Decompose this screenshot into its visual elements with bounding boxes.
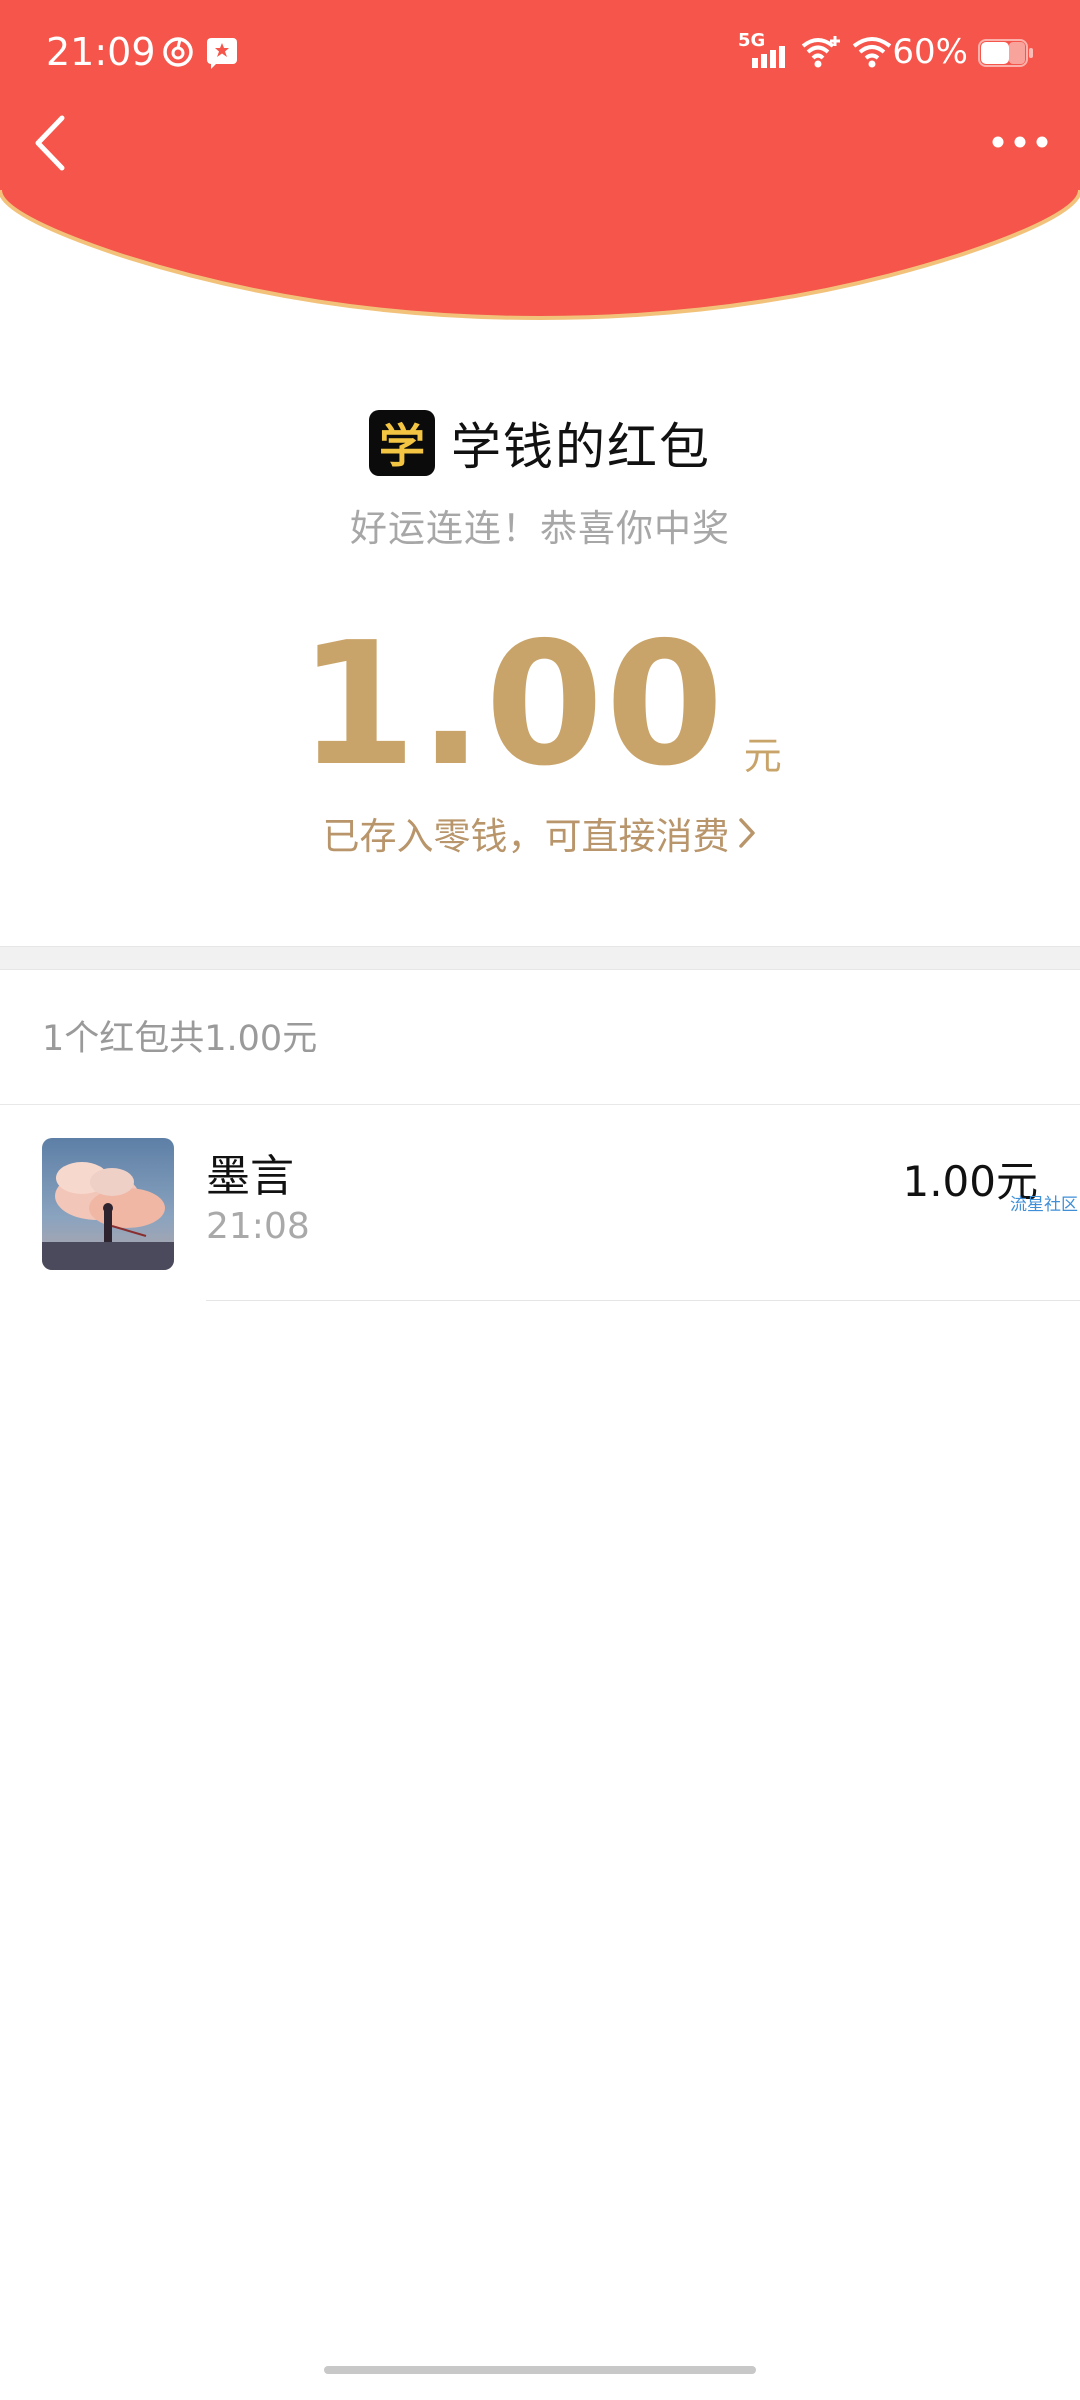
list-item[interactable]: 墨言 21:08 1.00元 流星社区 — [0, 1104, 1080, 1302]
saved-to-balance-link[interactable]: 已存入零钱，可直接消费 — [0, 806, 1080, 860]
saved-note-text: 已存入零钱，可直接消费 — [322, 815, 730, 858]
more-dots-icon[interactable] — [990, 120, 1050, 164]
packet-summary: 1个红包共1.00元 — [42, 1019, 318, 1059]
amount-display: 1.00 元 — [0, 610, 1080, 790]
sender-header: 学 学钱的红包 — [0, 408, 1080, 478]
record-divider — [206, 1300, 1080, 1301]
battery-icon — [978, 39, 1033, 67]
wifi-icon — [852, 37, 892, 68]
signal-5g-icon: 5G — [738, 30, 788, 70]
back-chevron-icon[interactable] — [28, 110, 74, 176]
notification-flag-icon — [207, 38, 237, 69]
amount-unit: 元 — [743, 734, 782, 778]
red-packet-detail-page: 21:09 5G 60% 学 学钱的红包 好运连连！恭喜你中奖 1.00 元 已… — [0, 0, 1080, 2400]
sender-avatar-char: 学 — [379, 419, 425, 473]
netease-music-icon — [163, 37, 193, 67]
status-time: 21:09 — [46, 30, 156, 74]
receiver-avatar — [42, 1138, 174, 1270]
blessing-text: 好运连连！恭喜你中奖 — [350, 507, 730, 550]
battery-percent: 60% — [892, 32, 968, 72]
status-bar: 21:09 5G 60% — [0, 0, 1080, 104]
receive-time: 21:08 — [206, 1206, 310, 1247]
sender-avatar: 学 — [369, 410, 435, 476]
receiver-name: 墨言 — [206, 1151, 294, 1202]
home-indicator[interactable] — [324, 2366, 756, 2374]
chevron-right-icon — [738, 818, 755, 848]
amount-value: 1.00 — [298, 606, 726, 804]
watermark-text: 流星社区 — [1010, 1195, 1078, 1215]
section-divider — [0, 946, 1080, 970]
sender-title: 学钱的红包 — [451, 418, 711, 476]
wifi-plus-icon — [801, 36, 840, 68]
